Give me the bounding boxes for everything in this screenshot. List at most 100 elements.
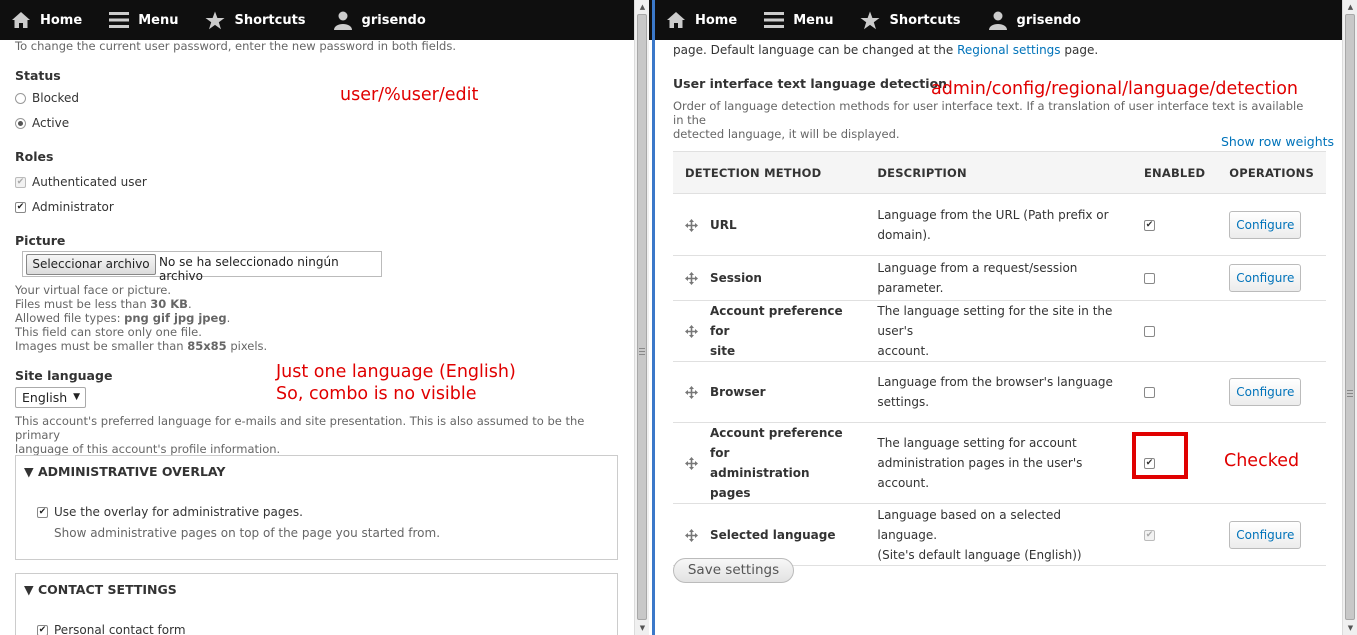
toolbar-shortcuts[interactable]: Shortcuts — [859, 9, 961, 31]
toolbar-user-label: grisendo — [361, 12, 426, 28]
drag-handle-icon[interactable] — [685, 218, 698, 232]
scroll-grip-icon — [1347, 390, 1353, 397]
method-name-cont: administration pages — [710, 466, 810, 500]
method-name: Selected language — [710, 527, 836, 542]
home-icon — [10, 9, 32, 31]
enabled-checkbox: ✔ — [1143, 529, 1155, 541]
roles-label: Roles — [15, 149, 54, 164]
description-line: (Site's default language (English)) — [877, 547, 1082, 562]
site-language-label: Site language — [15, 368, 113, 383]
method-name: Account preference for — [710, 304, 843, 338]
drag-handle-icon[interactable] — [685, 271, 698, 285]
drag-handle-icon[interactable] — [685, 385, 698, 399]
scroll-up-arrow-icon[interactable]: ▲ — [635, 0, 650, 14]
save-settings-button[interactable]: Save settings — [673, 558, 794, 583]
annotation-one-language: Just one language (English) — [276, 362, 516, 382]
method-name: URL — [710, 217, 737, 232]
toolbar-menu[interactable]: Menu — [763, 9, 833, 31]
right-scrollbar[interactable]: ▲ ▼ — [1342, 0, 1357, 635]
section-description-line: detected language, it will be displayed. — [673, 127, 900, 141]
toolbar-menu-label: Menu — [793, 12, 834, 28]
status-active-radio[interactable] — [15, 118, 26, 129]
regional-settings-link[interactable]: Regional settings — [957, 43, 1060, 57]
administrator-checkbox[interactable]: ✔ — [15, 202, 26, 213]
table-header-row: DETECTION METHOD DESCRIPTION ENABLED OPE… — [673, 151, 1326, 194]
user-icon — [332, 9, 354, 31]
personal-contact-checkbox[interactable]: ✔ — [37, 625, 48, 635]
enabled-checkbox[interactable] — [1143, 387, 1155, 398]
status-blocked-label[interactable]: Blocked — [32, 91, 79, 105]
no-file-text: No se ha seleccionado ningún archivo — [159, 255, 339, 283]
use-overlay-help: Show administrative pages on top of the … — [54, 526, 441, 540]
toolbar-menu[interactable]: Menu — [108, 9, 178, 31]
configure-button[interactable]: Configure — [1229, 210, 1302, 239]
detection-method-cell: Account preference for site — [673, 300, 866, 362]
description-line: settings. — [877, 395, 930, 409]
choose-file-button[interactable]: Seleccionar archivo — [26, 254, 156, 275]
configure-button[interactable]: Configure — [1229, 520, 1302, 549]
scroll-up-arrow-icon[interactable]: ▲ — [1343, 0, 1357, 14]
scroll-down-arrow-icon[interactable]: ▼ — [635, 621, 650, 635]
personal-contact-label[interactable]: Personal contact form — [54, 623, 186, 635]
configure-button[interactable]: Configure — [1229, 264, 1302, 292]
star-icon — [859, 9, 881, 31]
method-name-cont: site — [710, 344, 736, 358]
scroll-thumb[interactable] — [1345, 14, 1355, 620]
left-scrollbar[interactable]: ▲ ▼ — [634, 0, 649, 635]
table-row: Selected language Language based on a sel… — [673, 503, 1326, 566]
toolbar-home[interactable]: Home — [10, 9, 82, 31]
description-cell: The language setting for account administ… — [865, 422, 1132, 504]
picture-file-input[interactable]: Seleccionar archivo No se ha seleccionad… — [22, 251, 382, 283]
contact-settings-legend[interactable]: ▼ CONTACT SETTINGS — [24, 582, 177, 597]
toolbar-user[interactable]: grisendo — [987, 9, 1081, 31]
description-line: account. — [877, 344, 930, 358]
drag-handle-icon[interactable] — [685, 528, 698, 542]
enabled-cell — [1131, 255, 1218, 301]
description-line: Language based on a selected language. — [877, 507, 1062, 542]
method-name: Browser — [710, 385, 766, 399]
use-overlay-label[interactable]: Use the overlay for administrative pages… — [54, 505, 303, 519]
drag-handle-icon[interactable] — [685, 324, 698, 338]
method-name: Account preference for — [710, 426, 843, 460]
chevron-down-icon: ▼ — [73, 392, 80, 402]
left-pane: Home Menu Shortcuts grisendo To change t… — [0, 0, 652, 635]
use-overlay-checkbox[interactable]: ✔ — [37, 507, 48, 518]
contact-settings-title: CONTACT SETTINGS — [37, 582, 177, 597]
operations-cell: Configure — [1217, 255, 1326, 301]
scroll-down-arrow-icon[interactable]: ▼ — [1343, 621, 1357, 635]
show-row-weights-link[interactable]: Show row weights — [1221, 134, 1334, 149]
toolbar-user[interactable]: grisendo — [332, 9, 426, 31]
enabled-cell — [1131, 300, 1218, 362]
description-cell: Language from the URL (Path prefix or dom… — [865, 193, 1132, 256]
enabled-checkbox[interactable] — [1143, 273, 1155, 284]
enabled-checkbox[interactable]: ✔ — [1143, 219, 1155, 231]
detection-methods-body: URL Language from the URL (Path prefix or… — [673, 193, 1326, 566]
section-description: Order of language detection methods for … — [673, 99, 1313, 141]
drag-handle-icon[interactable] — [685, 456, 698, 470]
toolbar-menu-label: Menu — [138, 12, 179, 28]
administrator-label[interactable]: Administrator — [32, 200, 114, 214]
admin-toolbar: Home Menu Shortcuts grisendo — [0, 0, 652, 40]
enabled-cell: ✔ — [1131, 193, 1218, 256]
operations-cell: Configure — [1217, 361, 1326, 423]
table-row: Session Language from a request/session p… — [673, 255, 1326, 301]
scroll-thumb[interactable] — [637, 14, 647, 620]
checked-highlight-box — [1132, 432, 1188, 479]
hamburger-icon — [108, 9, 130, 31]
authenticated-user-checkbox: ✔ — [15, 177, 26, 188]
picture-label: Picture — [15, 233, 66, 248]
site-language-help-line: language of this account's profile infor… — [15, 442, 281, 456]
configure-button[interactable]: Configure — [1229, 378, 1302, 406]
operations-cell: Configure — [1217, 503, 1326, 566]
toolbar-home[interactable]: Home — [665, 9, 737, 31]
administrative-overlay-title: ADMINISTRATIVE OVERLAY — [37, 464, 226, 479]
status-blocked-radio[interactable] — [15, 93, 26, 104]
collapse-triangle-icon: ▼ — [24, 582, 34, 597]
administrative-overlay-legend[interactable]: ▼ ADMINISTRATIVE OVERLAY — [24, 464, 225, 479]
enabled-checkbox[interactable] — [1143, 326, 1155, 337]
intro-text: page. Default language can be changed at… — [673, 43, 1098, 57]
detection-method-cell: URL — [673, 193, 866, 256]
site-language-select[interactable]: English ▼ — [15, 387, 86, 408]
status-active-label[interactable]: Active — [32, 116, 69, 130]
toolbar-shortcuts[interactable]: Shortcuts — [204, 9, 306, 31]
